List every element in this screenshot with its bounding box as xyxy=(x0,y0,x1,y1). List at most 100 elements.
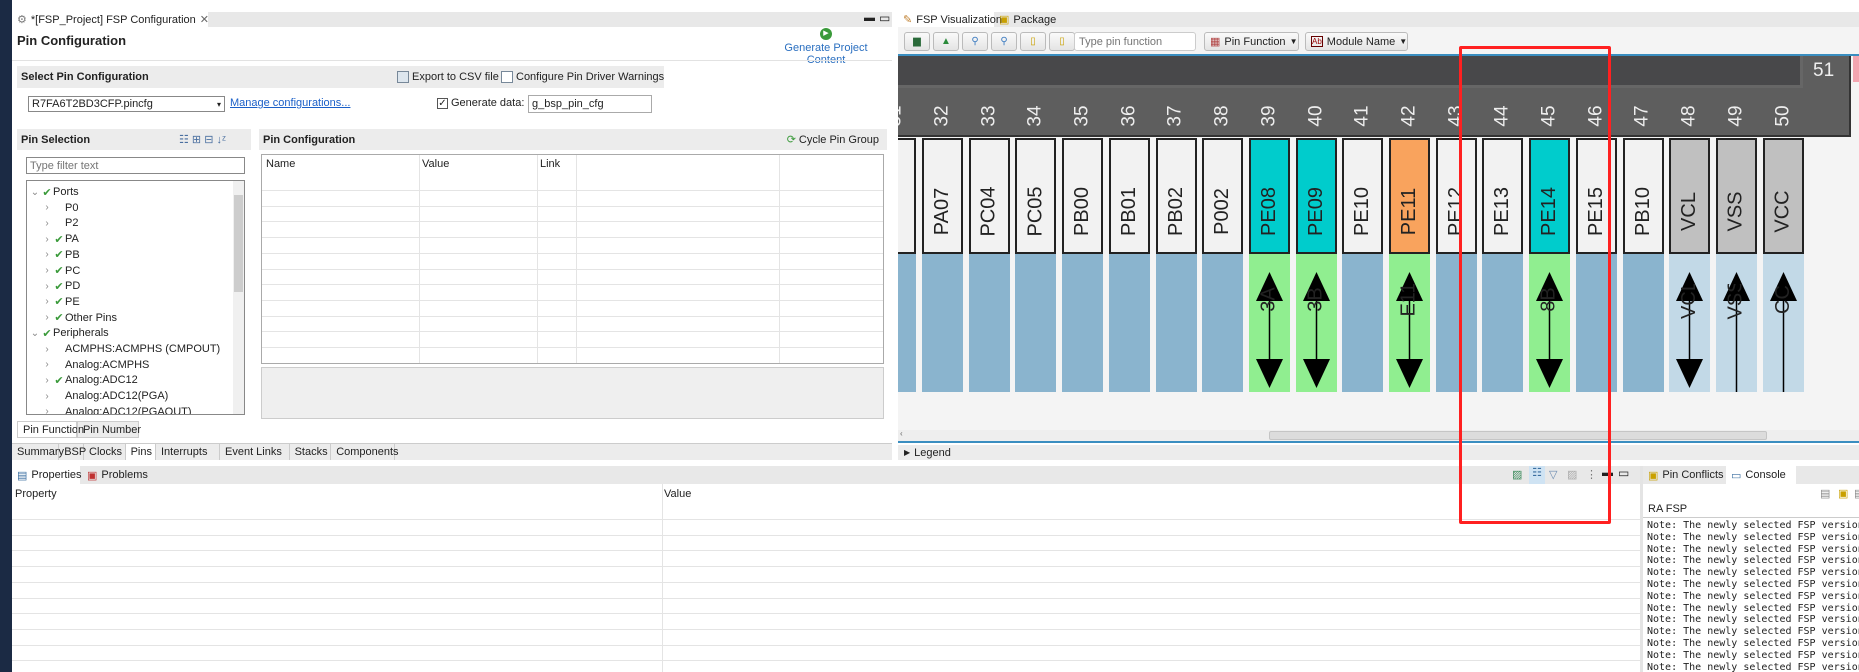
chevron-right-icon[interactable]: › xyxy=(41,296,53,307)
tree-item[interactable]: › ✔ PD xyxy=(27,278,80,294)
pin-function-area[interactable] xyxy=(1342,254,1384,392)
legend-toggle[interactable]: ▶ Legend xyxy=(898,445,1859,460)
pin-box[interactable]: PC04 xyxy=(968,138,1010,254)
chevron-right-icon[interactable]: › xyxy=(41,218,53,229)
pin-function-area[interactable] xyxy=(1622,254,1664,392)
tree-item[interactable]: › ✔ Analog:ADC12 xyxy=(27,372,137,388)
column-header-value[interactable]: Value xyxy=(664,488,691,500)
zoom-in-button[interactable]: ⚲ xyxy=(991,32,1017,51)
pin-box[interactable]: P002 xyxy=(1202,138,1244,254)
chevron-right-icon[interactable]: › xyxy=(41,344,53,355)
pin-39[interactable]: 39 PE08 3A xyxy=(1248,105,1290,430)
pin-tree[interactable]: ⌄ ✔ Ports › P0 › P2 › ✔ PA › ✔ PB › ✔ PC › ✔ PD › ✔ PE › ✔ Other… xyxy=(26,180,245,415)
pin-35[interactable]: 35 PB00 xyxy=(1062,105,1104,430)
tree-item[interactable]: › ✔ PB xyxy=(27,247,79,263)
tree-item[interactable]: › ✔ PA xyxy=(27,231,79,247)
pin-function-area[interactable] xyxy=(1062,254,1104,392)
pin-38[interactable]: 38 P002 xyxy=(1202,105,1244,430)
tab-event-links[interactable]: Event Links xyxy=(220,444,290,460)
tab-problems[interactable]: ▣ Problems xyxy=(82,466,148,484)
chevron-right-icon[interactable]: › xyxy=(41,202,53,213)
chevron-right-icon[interactable]: › xyxy=(41,406,53,414)
pin-box[interactable]: PE08 xyxy=(1248,138,1290,254)
viz-h-scrollbar[interactable]: ‹ xyxy=(898,429,1859,441)
pin-box[interactable]: PB02 xyxy=(1155,138,1197,254)
tab-fsp-visualization[interactable]: ✎ FSP Visualization xyxy=(898,12,1002,27)
pin-48[interactable]: 48 VCL VCL xyxy=(1669,105,1711,430)
tree-item[interactable]: ⌄ ✔ Peripherals xyxy=(27,325,109,341)
pin-function-area[interactable] xyxy=(898,254,917,392)
pin-function-search[interactable] xyxy=(1074,32,1196,51)
export-csv-button[interactable]: Export to CSV file xyxy=(397,71,499,83)
pin-box[interactable]: PB01 xyxy=(1108,138,1150,254)
pin-31[interactable]: 31 xyxy=(898,105,917,430)
column-header-value[interactable]: Value xyxy=(422,158,449,170)
tab-properties[interactable]: ▤ Properties xyxy=(12,466,82,484)
pin-50[interactable]: 50 VCC CC xyxy=(1762,105,1804,430)
pin-function-area[interactable] xyxy=(1202,254,1244,392)
scroll-left-icon[interactable]: ‹ xyxy=(900,429,903,438)
scroll-lock-icon[interactable]: ▣ xyxy=(1838,487,1848,500)
tree-item[interactable]: ⌄ ✔ Ports xyxy=(27,184,79,200)
tree-item[interactable]: › ✔ Other Pins xyxy=(27,310,117,326)
pin-box[interactable]: PE10 xyxy=(1342,138,1384,254)
scroll-thumb[interactable] xyxy=(234,195,243,292)
tab-interrupts[interactable]: Interrupts xyxy=(156,444,220,460)
tab-components[interactable]: Components xyxy=(331,444,399,460)
tab-console[interactable]: ▭ Console xyxy=(1726,466,1796,484)
module-name-dropdown[interactable]: Ab Module Name ▼ xyxy=(1305,32,1408,51)
tab-stacks[interactable]: Stacks xyxy=(290,444,332,460)
package-view[interactable]: 51 31 32 PA07 33 PC04 34 PC05 35 PB00 36 PB01 37 PB0… xyxy=(898,56,1859,430)
generate-data-checkbox[interactable]: ✓ Generate data: xyxy=(437,97,524,109)
chevron-right-icon[interactable]: › xyxy=(41,359,53,370)
pin-function-dropdown[interactable]: ▦ Pin Function ▼ xyxy=(1204,32,1299,51)
editor-tab-fsp-configuration[interactable]: ⚙ *[FSP_Project] FSP Configuration ✕ xyxy=(12,12,209,27)
chevron-right-icon[interactable]: › xyxy=(41,234,53,245)
configure-warnings-button[interactable]: Configure Pin Driver Warnings xyxy=(501,71,664,83)
close-icon[interactable]: ✕ xyxy=(200,13,209,26)
pin-box[interactable]: VCL xyxy=(1669,138,1711,254)
chevron-down-icon[interactable]: ⌄ xyxy=(29,187,41,198)
pin-function-area[interactable] xyxy=(922,254,963,392)
pin-49[interactable]: 49 VSS VSS xyxy=(1715,105,1757,430)
tree-item[interactable]: › Analog:ADC12(PGA) xyxy=(27,388,168,404)
chevron-right-icon[interactable]: › xyxy=(41,249,53,260)
tab-pins[interactable]: Pins xyxy=(125,444,156,460)
pin-function-area[interactable] xyxy=(1108,254,1150,392)
tab-bsp[interactable]: BSP xyxy=(59,444,86,460)
maximize-icon[interactable]: ▭ xyxy=(879,11,890,25)
minimize-icon[interactable]: ▬ xyxy=(864,12,875,24)
tree-item[interactable]: › ✔ PC xyxy=(27,263,80,279)
pin-function-area[interactable] xyxy=(1155,254,1197,392)
tab-summary[interactable]: Summary xyxy=(12,444,64,460)
pin-box[interactable]: VCC xyxy=(1762,138,1804,254)
pin-config-select[interactable]: R7FA6T2BD3CFP.pincfg ▾ xyxy=(28,96,225,112)
zoom-out-button[interactable]: ⚲ xyxy=(962,32,988,51)
tree-item[interactable]: › ✔ PE xyxy=(27,294,79,310)
pin-box[interactable]: PB10 xyxy=(1622,138,1664,254)
pin-box[interactable]: VSS xyxy=(1715,138,1757,254)
chevron-right-icon[interactable]: › xyxy=(41,265,53,276)
cycle-pin-group-button[interactable]: ⟳ Cycle Pin Group xyxy=(787,133,879,147)
pin-42[interactable]: 42 PE11 E11 xyxy=(1389,105,1430,430)
expand-button[interactable]: ▯ xyxy=(1020,32,1046,51)
pin-config-table[interactable]: Name Value Link xyxy=(261,154,884,364)
tree-item[interactable]: › P0 xyxy=(27,200,78,216)
pin-34[interactable]: 34 PC05 xyxy=(1015,105,1057,430)
pin-41[interactable]: 41 PE10 xyxy=(1342,105,1384,430)
column-header-name[interactable]: Name xyxy=(266,158,295,170)
chevron-right-icon[interactable]: › xyxy=(41,375,53,386)
column-header-link[interactable]: Link xyxy=(540,158,560,170)
pin-box[interactable]: PE11 xyxy=(1389,138,1430,254)
chevron-right-icon[interactable]: › xyxy=(41,312,53,323)
maximize-icon[interactable]: ▭ xyxy=(1618,466,1629,480)
tree-item[interactable]: › Analog:ACMPHS xyxy=(27,357,149,373)
tree-item[interactable]: › ACMPHS:ACMPHS (CMPOUT) xyxy=(27,341,220,357)
pin-box[interactable]: PC05 xyxy=(1015,138,1057,254)
pin-box[interactable]: PB00 xyxy=(1062,138,1104,254)
fit-button[interactable]: ▲ xyxy=(933,32,959,51)
tree-item[interactable]: › P2 xyxy=(27,215,78,231)
pin-box[interactable]: PA07 xyxy=(922,138,963,254)
tree-scrollbar[interactable] xyxy=(233,181,244,414)
pin-function-area[interactable] xyxy=(1015,254,1057,392)
